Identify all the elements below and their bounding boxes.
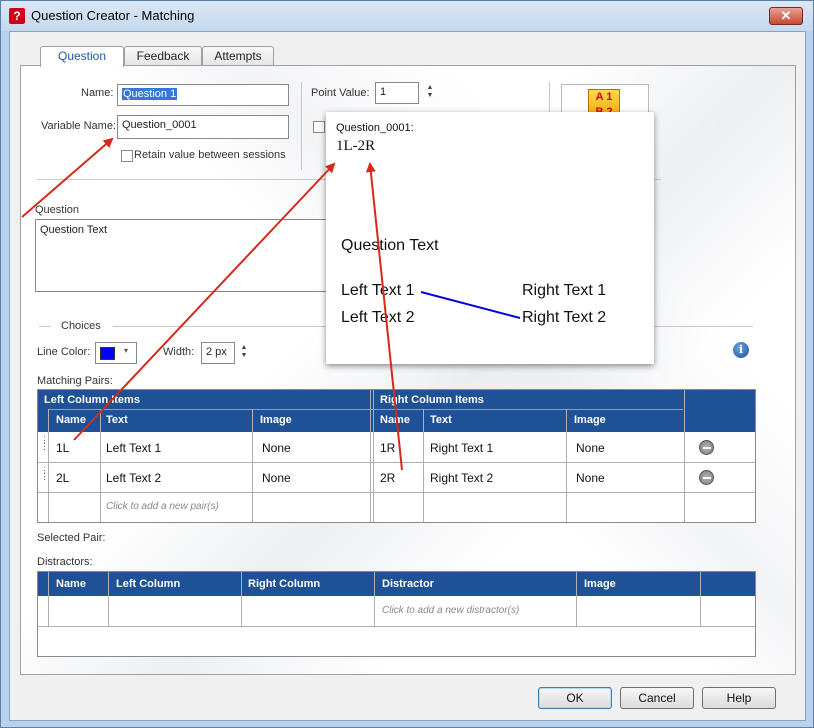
remove-pair-2-icon[interactable] bbox=[699, 470, 714, 485]
grid-line bbox=[48, 572, 49, 626]
pair-2-right-name[interactable]: 2R bbox=[380, 471, 395, 485]
field-divider bbox=[301, 82, 302, 170]
tab-attempts[interactable]: Attempts bbox=[202, 46, 274, 66]
grid-line bbox=[38, 492, 755, 493]
title-bar[interactable]: ? Question Creator - Matching ✕ bbox=[1, 1, 813, 31]
pair-1-right-image[interactable]: None bbox=[576, 441, 605, 455]
retain-value-checkbox[interactable] bbox=[121, 150, 133, 162]
grid-line bbox=[700, 572, 701, 626]
chevron-down-icon: ▾ bbox=[124, 346, 129, 355]
pair-1-right-text[interactable]: Right Text 1 bbox=[430, 441, 493, 455]
width-field[interactable]: 2 px bbox=[201, 342, 235, 364]
choices-label: Choices bbox=[61, 320, 101, 332]
line-color-picker[interactable]: ▾ bbox=[95, 342, 137, 364]
distractor-image-header: Image bbox=[584, 578, 616, 590]
variable-name-field[interactable]: Question_0001 bbox=[117, 115, 289, 139]
ok-button[interactable]: OK bbox=[538, 687, 612, 709]
pair-1-left-text[interactable]: Left Text 1 bbox=[106, 441, 161, 455]
right-column-items-header: Right Column Items bbox=[380, 394, 484, 406]
distractors-label: Distractors: bbox=[37, 556, 93, 568]
width-spinner[interactable]: ▲ ▼ bbox=[239, 344, 249, 360]
grid-line bbox=[252, 409, 253, 522]
width-label: Width: bbox=[163, 346, 195, 358]
second-option-checkbox[interactable] bbox=[313, 121, 325, 133]
right-image-header: Image bbox=[574, 414, 606, 426]
popup-left-item-2[interactable]: Left Text 2 bbox=[341, 309, 415, 327]
choices-line-left bbox=[39, 326, 51, 327]
question-label: Question bbox=[35, 204, 80, 216]
right-text-header: Text bbox=[430, 414, 452, 426]
point-value-spinner[interactable]: ▲ ▼ bbox=[425, 84, 435, 100]
tab-feedback[interactable]: Feedback bbox=[124, 46, 202, 66]
grid-line bbox=[566, 409, 567, 522]
matching-pairs-label: Matching Pairs: bbox=[37, 375, 113, 387]
remove-pair-1-icon[interactable] bbox=[699, 440, 714, 455]
popup-question-text: Question Text bbox=[341, 237, 439, 254]
thumb-line-1: A 1 bbox=[595, 91, 613, 103]
popup-right-item-1[interactable]: Right Text 1 bbox=[522, 282, 606, 300]
right-name-header: Name bbox=[380, 414, 410, 426]
popup-left-item-1[interactable]: Left Text 1 bbox=[341, 282, 415, 300]
popup-right-item-2[interactable]: Right Text 2 bbox=[522, 309, 606, 327]
pair-1-right-name[interactable]: 1R bbox=[380, 441, 395, 455]
pair-2-left-name[interactable]: 2L bbox=[56, 471, 69, 485]
header-divider bbox=[48, 409, 683, 410]
name-value: Question 1 bbox=[122, 88, 178, 100]
point-value-label: Point Value: bbox=[311, 87, 370, 99]
left-text-header: Text bbox=[106, 414, 128, 426]
question-text-area[interactable]: Question Text bbox=[35, 219, 335, 292]
tab-question[interactable]: Question bbox=[40, 46, 124, 67]
matching-preview-popup: Question_0001: 1L-2R Question Text Left … bbox=[326, 112, 654, 364]
pair-1-left-image[interactable]: None bbox=[262, 441, 291, 455]
left-image-header: Image bbox=[260, 414, 292, 426]
grid-line bbox=[370, 390, 371, 522]
line-color-swatch bbox=[100, 347, 115, 360]
distractor-right-header: Right Column bbox=[248, 578, 321, 590]
row-drag-handle[interactable]: ⋮ ⋮ bbox=[40, 466, 49, 481]
pair-2-right-text[interactable]: Right Text 2 bbox=[430, 471, 493, 485]
left-name-header: Name bbox=[56, 414, 86, 426]
grid-line bbox=[374, 572, 375, 626]
grid-line bbox=[423, 409, 424, 522]
grid-line bbox=[241, 572, 242, 626]
pair-2-left-text[interactable]: Left Text 2 bbox=[106, 471, 161, 485]
question-app-icon: ? bbox=[9, 8, 25, 24]
grid-line bbox=[576, 572, 577, 626]
variable-name-label: Variable Name: bbox=[41, 120, 116, 132]
name-field[interactable]: Question 1 bbox=[117, 84, 289, 106]
window-title: Question Creator - Matching bbox=[31, 8, 195, 23]
add-pair-hint[interactable]: Click to add a new pair(s) bbox=[106, 501, 219, 512]
matching-pairs-grid: Left Column Items Right Column Items Nam… bbox=[37, 389, 756, 523]
distractors-grid: Name Left Column Right Column Distractor… bbox=[37, 571, 756, 657]
grid-line bbox=[684, 390, 685, 522]
pair-1-left-name[interactable]: 1L bbox=[56, 441, 69, 455]
left-column-items-header: Left Column Items bbox=[44, 394, 140, 406]
row-drag-handle[interactable]: ⋮ ⋮ bbox=[40, 436, 49, 451]
pair-2-right-image[interactable]: None bbox=[576, 471, 605, 485]
grid-line bbox=[108, 572, 109, 626]
question-creator-window: ? Question Creator - Matching ✕ Question… bbox=[0, 0, 814, 728]
help-button[interactable]: Help bbox=[702, 687, 776, 709]
line-color-label: Line Color: bbox=[37, 346, 91, 358]
grid-line bbox=[100, 409, 101, 522]
grid-line bbox=[38, 626, 755, 627]
distractor-name-header: Name bbox=[56, 578, 86, 590]
add-distractor-hint[interactable]: Click to add a new distractor(s) bbox=[382, 605, 519, 616]
point-value-field[interactable]: 1 bbox=[375, 82, 419, 104]
cancel-button[interactable]: Cancel bbox=[620, 687, 694, 709]
close-button[interactable]: ✕ bbox=[769, 7, 803, 25]
info-icon[interactable]: i bbox=[733, 342, 749, 358]
retain-value-label: Retain value between sessions bbox=[134, 149, 286, 161]
grid-line bbox=[373, 390, 374, 522]
distractor-text-header: Distractor bbox=[382, 578, 434, 590]
popup-variable-label: Question_0001: bbox=[336, 122, 414, 134]
selected-pair-label: Selected Pair: bbox=[37, 532, 106, 544]
grid-line bbox=[38, 462, 755, 463]
pair-2-left-image[interactable]: None bbox=[262, 471, 291, 485]
name-label: Name: bbox=[81, 87, 114, 99]
distractor-left-header: Left Column bbox=[116, 578, 181, 590]
popup-variable-value: 1L-2R bbox=[336, 138, 376, 154]
